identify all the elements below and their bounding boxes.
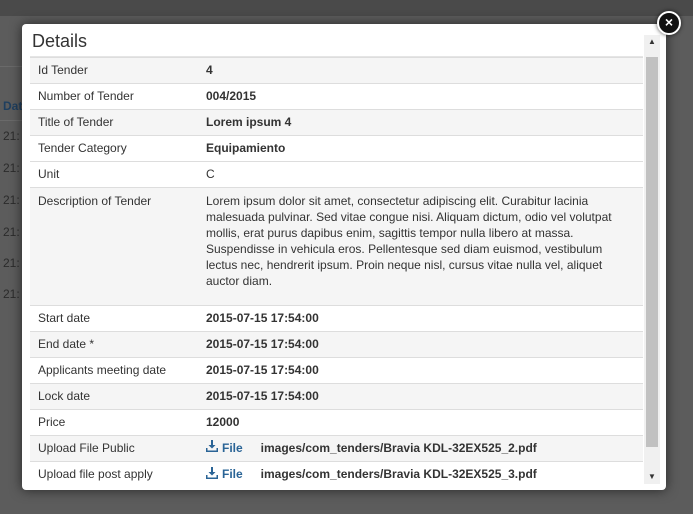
background-column-header: Dat	[3, 99, 23, 113]
field-label: Tender Category	[30, 135, 198, 162]
field-value: Equipamiento	[198, 135, 643, 162]
field-label: Upload file post apply	[30, 461, 198, 482]
table-row: Title of Tender Lorem ipsum 4	[30, 109, 643, 136]
table-row: Upload File Public File images/com_tender…	[30, 434, 643, 462]
field-value: Lorem ipsum 4	[198, 109, 643, 136]
table-row: Tender Category Equipamiento	[30, 135, 643, 162]
modal-scrollbar[interactable]: ▲ ▼	[644, 35, 660, 484]
file-link-public[interactable]: File	[222, 441, 243, 455]
table-row: Price 12000	[30, 409, 643, 436]
field-label: End date *	[30, 331, 198, 358]
field-label: Start date	[30, 305, 198, 332]
field-label: Unit	[30, 161, 198, 188]
file-cell: File images/com_tenders/Bravia KDL-32EX52…	[198, 434, 643, 462]
field-label: Id Tender	[30, 57, 198, 84]
file-link-post-apply[interactable]: File	[222, 467, 243, 481]
background-row: 21:	[3, 161, 20, 175]
download-icon[interactable]	[206, 436, 218, 461]
field-label: Upload File Public	[30, 434, 198, 462]
field-value: 2015-07-15 17:54:00	[198, 383, 643, 410]
background-row: 21:	[3, 256, 20, 270]
details-table: Id Tender 4 Number of Tender 004/2015 Ti…	[30, 57, 643, 482]
file-path: images/com_tenders/Bravia KDL-32EX525_3.…	[260, 467, 537, 482]
field-value: 004/2015	[198, 83, 643, 110]
table-row: Lock date 2015-07-15 17:54:00	[30, 383, 643, 410]
description-text: Lorem ipsum dolor sit amet, consectetur …	[198, 187, 643, 306]
field-value: 12000	[198, 409, 643, 436]
table-row: Start date 2015-07-15 17:54:00	[30, 305, 643, 332]
background-row: 21:	[3, 287, 20, 301]
table-row: Upload file post apply File images/com_te…	[30, 461, 643, 482]
table-row: Unit C	[30, 161, 643, 188]
field-value: C	[198, 161, 643, 188]
scroll-down-icon[interactable]: ▼	[644, 470, 660, 484]
file-path: images/com_tenders/Bravia KDL-32EX525_2.…	[260, 441, 537, 455]
download-icon[interactable]	[206, 463, 218, 482]
field-value: 2015-07-15 17:54:00	[198, 357, 643, 384]
background-row: 21:	[3, 225, 20, 239]
field-label: Applicants meeting date	[30, 357, 198, 384]
background-row: 21:	[3, 193, 20, 207]
field-label: Title of Tender	[30, 109, 198, 136]
close-icon[interactable]: ×	[657, 11, 681, 35]
table-row: Description of Tender Lorem ipsum dolor …	[30, 187, 643, 306]
field-value: 2015-07-15 17:54:00	[198, 305, 643, 332]
field-label: Price	[30, 409, 198, 436]
details-content: Details Id Tender 4 Number of Tender 004…	[30, 26, 643, 482]
field-value: 4	[198, 57, 643, 84]
table-row: End date * 2015-07-15 17:54:00	[30, 331, 643, 358]
scroll-up-icon[interactable]: ▲	[644, 35, 660, 49]
field-label: Number of Tender	[30, 83, 198, 110]
field-label: Lock date	[30, 383, 198, 410]
background-row: 21:	[3, 129, 20, 143]
field-value: 2015-07-15 17:54:00	[198, 331, 643, 358]
table-row: Number of Tender 004/2015	[30, 83, 643, 110]
table-row: Id Tender 4	[30, 57, 643, 84]
modal-title: Details	[30, 26, 643, 57]
details-modal: Details Id Tender 4 Number of Tender 004…	[22, 24, 666, 490]
field-label: Description of Tender	[30, 187, 198, 306]
table-row: Applicants meeting date 2015-07-15 17:54…	[30, 357, 643, 384]
scrollbar-thumb[interactable]	[646, 57, 658, 447]
background-topbar	[0, 0, 693, 16]
file-cell: File images/com_tenders/Bravia KDL-32EX52…	[198, 461, 643, 482]
